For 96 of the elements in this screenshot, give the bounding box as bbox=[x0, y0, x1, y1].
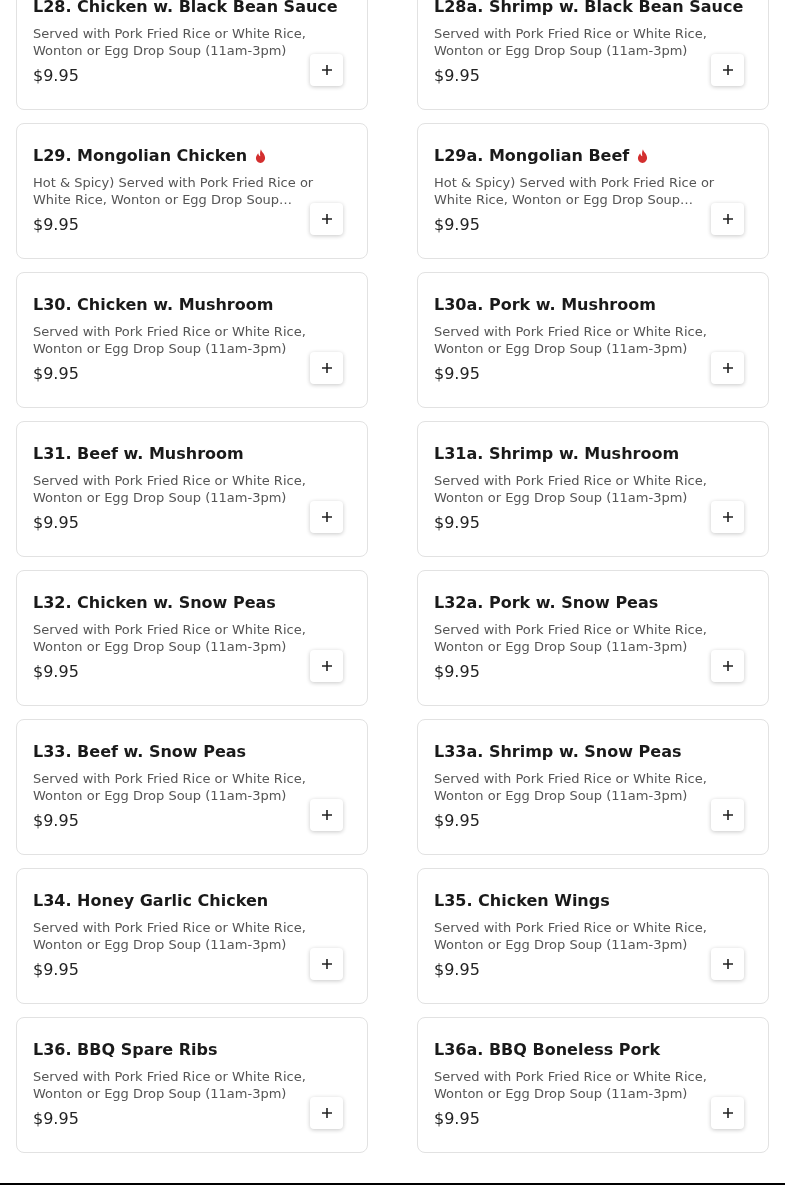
item-price: $9.95 bbox=[33, 662, 79, 682]
plus-icon bbox=[321, 214, 332, 224]
item-price: $9.95 bbox=[33, 513, 79, 533]
item-description: Served with Pork Fried Rice or White Rice, Wonton or Egg Drop Soup (11am-3pm) bbox=[33, 621, 307, 655]
item-description: Served with Pork Fried Rice or White Rice, Wonton or Egg Drop Soup (11am-3pm) bbox=[33, 472, 307, 506]
item-price: $9.95 bbox=[434, 66, 480, 86]
plus-icon bbox=[722, 512, 733, 522]
menu-item-card[interactable]: L30. Chicken w. Mushroom Served with Pork Fried Rice or White Rice, Wonton or Egg Drop Soup (11am-3pm) $9.95 bbox=[16, 272, 368, 408]
menu-item-card[interactable]: L34. Honey Garlic Chicken Served with Pork Fried Rice or White Rice, Wonton or Egg Drop Soup (11am-3pm) $9.95 bbox=[16, 868, 368, 1004]
item-description: Hot & Spicy) Served with Pork Fried Rice or White Rice, Wonton or Egg Drop Soup… bbox=[434, 174, 716, 208]
plus-icon bbox=[321, 661, 332, 671]
add-button[interactable] bbox=[310, 799, 343, 831]
item-title: L30. Chicken w. Mushroom bbox=[33, 295, 274, 315]
item-description: Served with Pork Fried Rice or White Rice, Wonton or Egg Drop Soup (11am-3pm) bbox=[33, 770, 307, 804]
item-price: $9.95 bbox=[434, 215, 480, 235]
item-title: L32. Chicken w. Snow Peas bbox=[33, 593, 276, 613]
menu-item-card[interactable]: L32. Chicken w. Snow Peas Served with Pork Fried Rice or White Rice, Wonton or Egg Drop Soup (11am-3pm) $9.95 bbox=[16, 570, 368, 706]
add-button[interactable] bbox=[711, 799, 744, 831]
item-title: L36a. BBQ Boneless Pork bbox=[434, 1040, 661, 1060]
item-title: L31a. Shrimp w. Mushroom bbox=[434, 444, 680, 464]
item-description: Served with Pork Fried Rice or White Rice, Wonton or Egg Drop Soup (11am-3pm) bbox=[33, 25, 307, 59]
item-price: $9.95 bbox=[434, 811, 480, 831]
menu-item-card[interactable]: L36a. BBQ Boneless Pork Served with Pork Fried Rice or White Rice, Wonton or Egg Drop Soup (11am-3pm) $9.95 bbox=[417, 1017, 769, 1153]
item-title: L36. BBQ Spare Ribs bbox=[33, 1040, 218, 1060]
add-button[interactable] bbox=[711, 54, 744, 86]
add-button[interactable] bbox=[711, 1097, 744, 1129]
item-price: $9.95 bbox=[33, 66, 79, 86]
item-title: L28a. Shrimp w. Black Bean Sauce bbox=[434, 0, 744, 17]
menu-item-card[interactable]: L36. BBQ Spare Ribs Served with Pork Fried Rice or White Rice, Wonton or Egg Drop Soup (11am-3pm) $9.95 bbox=[16, 1017, 368, 1153]
item-price: $9.95 bbox=[33, 811, 79, 831]
add-button[interactable] bbox=[310, 1097, 343, 1129]
item-title: L31. Beef w. Mushroom bbox=[33, 444, 244, 464]
item-price: $9.95 bbox=[33, 1109, 79, 1129]
item-description: Served with Pork Fried Rice or White Rice, Wonton or Egg Drop Soup (11am-3pm) bbox=[33, 1068, 307, 1102]
item-title: L32a. Pork w. Snow Peas bbox=[434, 593, 659, 613]
plus-icon bbox=[321, 363, 332, 373]
plus-icon bbox=[321, 810, 332, 820]
item-title: L30a. Pork w. Mushroom bbox=[434, 295, 656, 315]
item-title: L28. Chicken w. Black Bean Sauce bbox=[33, 0, 338, 17]
menu-item-card[interactable]: L35. Chicken Wings Served with Pork Fried Rice or White Rice, Wonton or Egg Drop Soup (11am-3pm) $9.95 bbox=[417, 868, 769, 1004]
item-description: Served with Pork Fried Rice or White Rice, Wonton or Egg Drop Soup (11am-3pm) bbox=[434, 919, 708, 953]
add-button[interactable] bbox=[310, 948, 343, 980]
menu-item-card[interactable]: L33a. Shrimp w. Snow Peas Served with Pork Fried Rice or White Rice, Wonton or Egg Drop Soup (11am-3pm) $9.95 bbox=[417, 719, 769, 855]
menu-item-card[interactable]: L30a. Pork w. Mushroom Served with Pork Fried Rice or White Rice, Wonton or Egg Drop Soup (11am-3pm) $9.95 bbox=[417, 272, 769, 408]
plus-icon bbox=[722, 214, 733, 224]
plus-icon bbox=[722, 959, 733, 969]
item-title: L29a. Mongolian Beef bbox=[434, 146, 630, 166]
item-description: Served with Pork Fried Rice or White Rice, Wonton or Egg Drop Soup (11am-3pm) bbox=[434, 1068, 708, 1102]
item-price: $9.95 bbox=[33, 215, 79, 235]
item-description: Served with Pork Fried Rice or White Rice, Wonton or Egg Drop Soup (11am-3pm) bbox=[434, 621, 708, 655]
item-price: $9.95 bbox=[33, 960, 79, 980]
add-button[interactable] bbox=[711, 650, 744, 682]
item-title: L33. Beef w. Snow Peas bbox=[33, 742, 247, 762]
item-description: Served with Pork Fried Rice or White Rice, Wonton or Egg Drop Soup (11am-3pm) bbox=[434, 770, 708, 804]
plus-icon bbox=[722, 661, 733, 671]
item-price: $9.95 bbox=[33, 364, 79, 384]
plus-icon bbox=[321, 1108, 332, 1118]
add-button[interactable] bbox=[310, 54, 343, 86]
item-title: L35. Chicken Wings bbox=[434, 891, 610, 911]
menu-item-card[interactable]: L31a. Shrimp w. Mushroom Served with Pork Fried Rice or White Rice, Wonton or Egg Drop Soup (11am-3pm) $9.95 bbox=[417, 421, 769, 557]
add-button[interactable] bbox=[310, 352, 343, 384]
plus-icon bbox=[722, 810, 733, 820]
menu-item-card[interactable]: L28. Chicken w. Black Bean Sauce Served with Pork Fried Rice or White Rice, Wonton or Egg Drop Soup (11am-3pm) $9.95 bbox=[16, 0, 368, 110]
add-button[interactable] bbox=[711, 948, 744, 980]
item-price: $9.95 bbox=[434, 513, 480, 533]
item-price: $9.95 bbox=[434, 662, 480, 682]
menu-item-card[interactable]: L28a. Shrimp w. Black Bean Sauce Served with Pork Fried Rice or White Rice, Wonton or Egg Drop Soup (11am-3pm) $9.95 bbox=[417, 0, 769, 110]
add-button[interactable] bbox=[711, 501, 744, 533]
item-description: Served with Pork Fried Rice or White Rice, Wonton or Egg Drop Soup (11am-3pm) bbox=[434, 25, 708, 59]
plus-icon bbox=[722, 363, 733, 373]
item-description: Served with Pork Fried Rice or White Rice, Wonton or Egg Drop Soup (11am-3pm) bbox=[434, 472, 708, 506]
item-price: $9.95 bbox=[434, 960, 480, 980]
plus-icon bbox=[321, 959, 332, 969]
item-price: $9.95 bbox=[434, 364, 480, 384]
menu-item-card[interactable]: L29. Mongolian Chicken Hot & Spicy) Served with Pork Fried Rice or White Rice, Wonton or Egg Drop Soup… $9.95 bbox=[16, 123, 368, 259]
add-button[interactable] bbox=[310, 650, 343, 682]
item-description: Served with Pork Fried Rice or White Rice, Wonton or Egg Drop Soup (11am-3pm) bbox=[33, 323, 307, 357]
menu-item-card[interactable]: L29a. Mongolian Beef Hot & Spicy) Served with Pork Fried Rice or White Rice, Wonton or Egg Drop Soup… $9.95 bbox=[417, 123, 769, 259]
add-button[interactable] bbox=[310, 203, 343, 235]
item-title: L29. Mongolian Chicken bbox=[33, 146, 248, 166]
menu-item-card[interactable]: L32a. Pork w. Snow Peas Served with Pork Fried Rice or White Rice, Wonton or Egg Drop Soup (11am-3pm) $9.95 bbox=[417, 570, 769, 706]
add-button[interactable] bbox=[711, 203, 744, 235]
add-button[interactable] bbox=[711, 352, 744, 384]
plus-icon bbox=[722, 1108, 733, 1118]
menu-item-card[interactable]: L33. Beef w. Snow Peas Served with Pork Fried Rice or White Rice, Wonton or Egg Drop Soup (11am-3pm) $9.95 bbox=[16, 719, 368, 855]
item-description: Hot & Spicy) Served with Pork Fried Rice or White Rice, Wonton or Egg Drop Soup… bbox=[33, 174, 315, 208]
item-description: Served with Pork Fried Rice or White Rice, Wonton or Egg Drop Soup (11am-3pm) bbox=[33, 919, 307, 953]
item-description: Served with Pork Fried Rice or White Rice, Wonton or Egg Drop Soup (11am-3pm) bbox=[434, 323, 708, 357]
plus-icon bbox=[321, 512, 332, 522]
plus-icon bbox=[722, 65, 733, 75]
item-title: L33a. Shrimp w. Snow Peas bbox=[434, 742, 682, 762]
menu-item-card[interactable]: L31. Beef w. Mushroom Served with Pork Fried Rice or White Rice, Wonton or Egg Drop Soup (11am-3pm) $9.95 bbox=[16, 421, 368, 557]
item-title: L34. Honey Garlic Chicken bbox=[33, 891, 269, 911]
item-price: $9.95 bbox=[434, 1109, 480, 1129]
plus-icon bbox=[321, 65, 332, 75]
add-button[interactable] bbox=[310, 501, 343, 533]
